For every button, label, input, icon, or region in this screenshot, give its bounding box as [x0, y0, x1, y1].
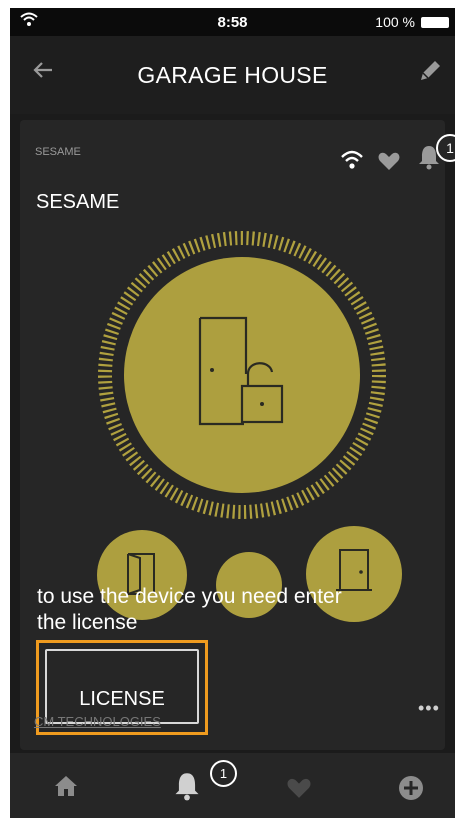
pencil-icon[interactable]: [417, 58, 443, 89]
tab-favorites[interactable]: [285, 777, 313, 818]
license-button[interactable]: LICENSE: [45, 649, 199, 724]
device-name: SESAME: [36, 191, 120, 213]
tab-notifications[interactable]: [174, 771, 200, 818]
more-options-icon[interactable]: •••: [418, 698, 440, 719]
phone-screen: 8:58 100 % GARAGE HOUSE SESAME SESAME 1: [10, 8, 455, 818]
tab-add[interactable]: [398, 775, 424, 818]
device-type-label: SESAME: [35, 146, 81, 158]
heart-icon[interactable]: [377, 151, 401, 176]
license-message: to use the device you need enter the lic…: [37, 585, 342, 634]
battery-percentage: 100 %: [375, 14, 415, 30]
device-card: SESAME SESAME 1 to use the device you ne…: [20, 120, 455, 750]
page-title: GARAGE HOUSE: [137, 62, 328, 88]
company-link[interactable]: CM TECHNOLOGIES: [34, 714, 161, 729]
door-unlock-icon: [192, 316, 292, 433]
battery-icon: [421, 17, 449, 28]
tab-home[interactable]: [54, 775, 78, 818]
tab-bar: 1: [10, 753, 455, 818]
license-button-label: LICENSE: [79, 687, 165, 710]
tab-notification-badge: 1: [210, 760, 237, 787]
status-bar: 8:58 100 %: [10, 8, 455, 36]
header: GARAGE HOUSE: [10, 36, 455, 114]
wifi-icon: [340, 150, 364, 175]
